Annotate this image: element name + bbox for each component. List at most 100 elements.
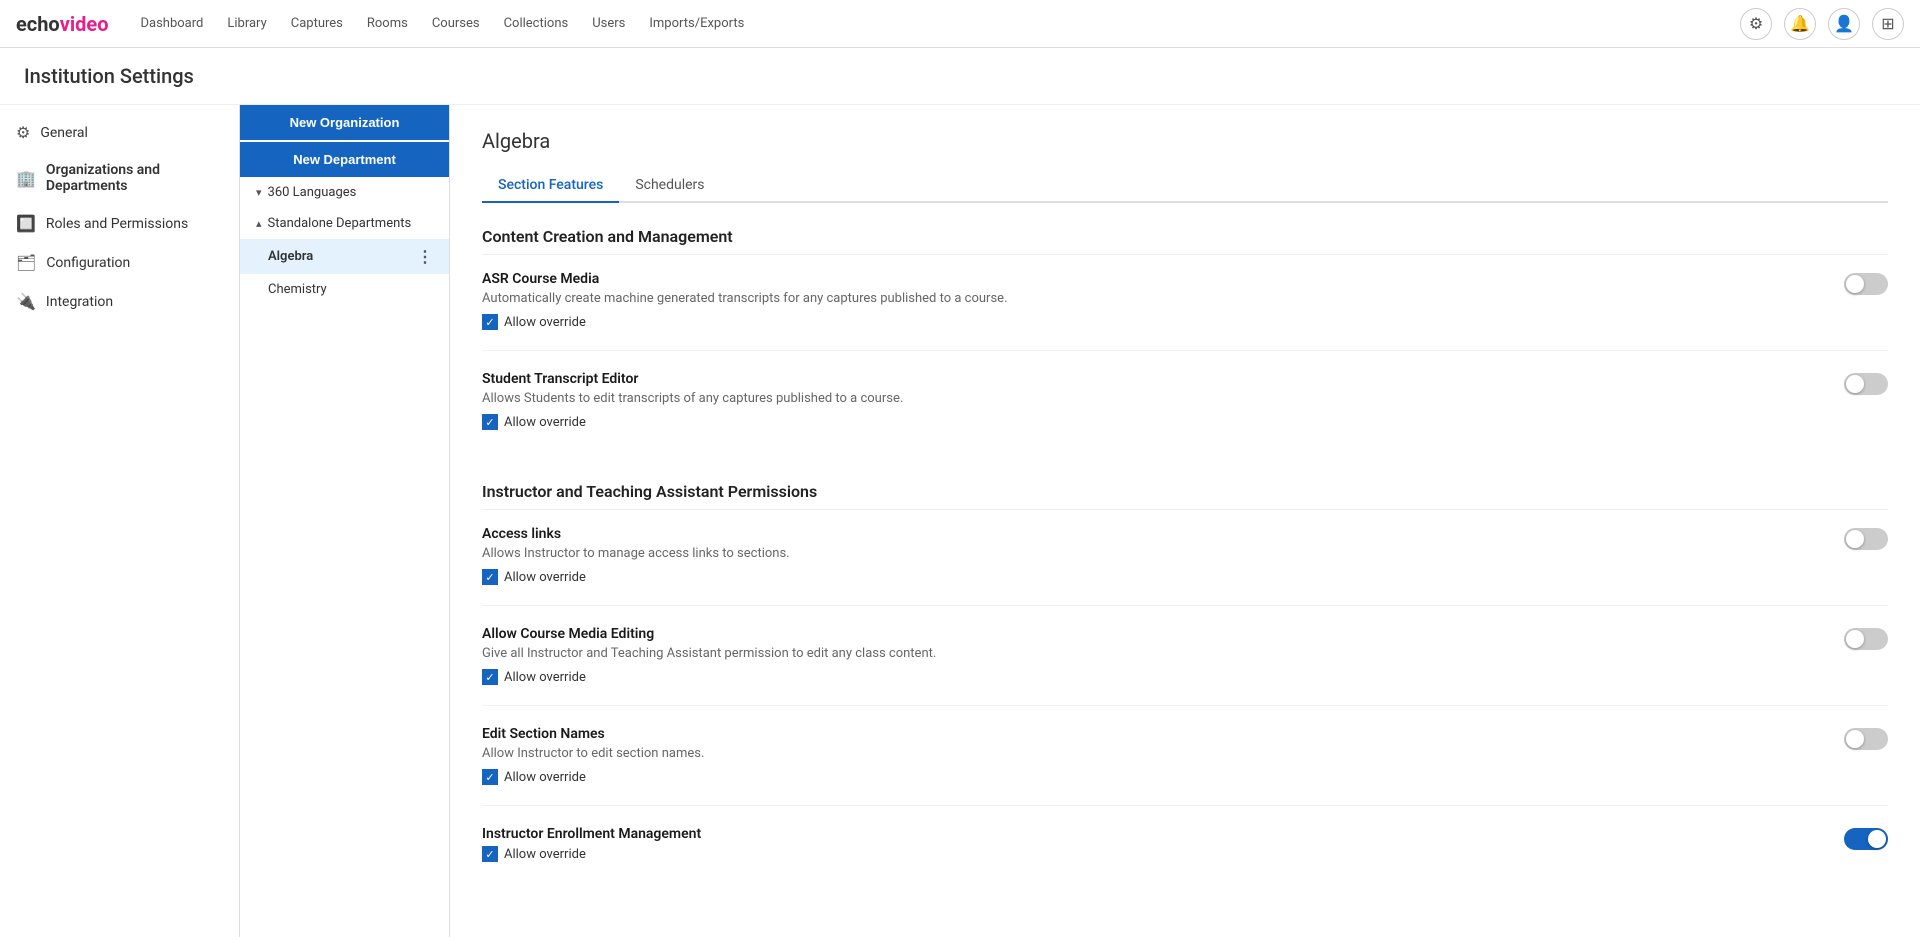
feature-desc-access-links: Allows Instructor to manage access links… xyxy=(482,546,1820,561)
toggle-edit-section-names[interactable] xyxy=(1844,728,1888,750)
tree-label-standalone-departments: Standalone Departments xyxy=(268,216,433,231)
new-department-button[interactable]: New Department xyxy=(240,142,449,177)
override-checkbox-allow-course-media-editing[interactable]: ✓ xyxy=(482,669,498,685)
feature-section-title-content-creation: Content Creation and Management xyxy=(482,227,1888,255)
feature-item-header-student-transcript-editor: Student Transcript Editor Allows Students… xyxy=(482,371,1888,430)
sidebar-item-config[interactable]: 🗂 Configuration xyxy=(0,243,239,282)
feature-item-header-access-links: Access linksAllows Instructor to manage … xyxy=(482,526,1888,585)
toggle-container-allow-course-media-editing xyxy=(1844,628,1888,650)
feature-item-left-student-transcript-editor: Student Transcript Editor Allows Students… xyxy=(482,371,1820,430)
override-checkbox-student-transcript-editor[interactable]: ✓ xyxy=(482,414,498,430)
tree-item-360-languages[interactable]: ▾ 360 Languages xyxy=(240,177,449,208)
feature-item-access-links: Access linksAllows Instructor to manage … xyxy=(482,526,1888,606)
feature-name-instructor-enrollment-management: Instructor Enrollment Management xyxy=(482,826,1820,842)
override-label-instructor-enrollment-management: Allow override xyxy=(504,847,586,862)
new-organization-button[interactable]: New Organization xyxy=(240,105,449,140)
override-checkbox-instructor-enrollment-management[interactable]: ✓ xyxy=(482,846,498,862)
feature-item-edit-section-names: Edit Section NamesAllow Instructor to ed… xyxy=(482,726,1888,806)
sidebar-label-orgs: Organizations and Departments xyxy=(46,162,223,194)
feature-item-left-asr-course-media: ASR Course MediaAutomatically create mac… xyxy=(482,271,1820,330)
integration-icon: 🔌 xyxy=(16,292,36,311)
grid-icon-btn[interactable]: ⊞ xyxy=(1872,8,1904,40)
chevron-standalone-departments-icon: ▴ xyxy=(256,217,262,230)
nav-link-dashboard[interactable]: Dashboard xyxy=(141,16,204,31)
toggle-knob-student-transcript-editor xyxy=(1846,375,1864,393)
nav-link-rooms[interactable]: Rooms xyxy=(367,16,408,31)
toggle-container-edit-section-names xyxy=(1844,728,1888,750)
feature-desc-asr-course-media: Automatically create machine generated t… xyxy=(482,291,1820,306)
toggle-knob-allow-course-media-editing xyxy=(1846,630,1864,648)
tab-schedulers[interactable]: Schedulers xyxy=(619,169,720,203)
allow-override-allow-course-media-editing[interactable]: ✓ Allow override xyxy=(482,669,1820,685)
feature-item-asr-course-media: ASR Course MediaAutomatically create mac… xyxy=(482,271,1888,351)
toggle-knob-instructor-enrollment-management xyxy=(1868,830,1886,848)
allow-override-student-transcript-editor[interactable]: ✓ Allow override xyxy=(482,414,1820,430)
nav-link-users[interactable]: Users xyxy=(592,16,625,31)
feature-item-left-instructor-enrollment-management: Instructor Enrollment Management ✓ Allow… xyxy=(482,826,1820,862)
override-label-allow-course-media-editing: Allow override xyxy=(504,670,586,685)
toggle-student-transcript-editor[interactable] xyxy=(1844,373,1888,395)
dept-item-chemistry[interactable]: Chemistry xyxy=(240,274,449,305)
sidebar-item-orgs[interactable]: 🏢 Organizations and Departments xyxy=(0,152,239,204)
settings-icon-btn[interactable]: ⚙ xyxy=(1740,8,1772,40)
feature-section-instructor-permissions: Instructor and Teaching Assistant Permis… xyxy=(482,482,1888,882)
sidebar-item-roles[interactable]: 🔲 Roles and Permissions xyxy=(0,204,239,243)
logo-video: video xyxy=(60,12,109,36)
nav-link-imports-exports[interactable]: Imports/Exports xyxy=(649,16,744,31)
toggle-asr-course-media[interactable] xyxy=(1844,273,1888,295)
feature-section-title-instructor-permissions: Instructor and Teaching Assistant Permis… xyxy=(482,482,1888,510)
logo[interactable]: echovideo xyxy=(16,12,109,36)
toggle-container-instructor-enrollment-management xyxy=(1844,828,1888,850)
allow-override-asr-course-media[interactable]: ✓ Allow override xyxy=(482,314,1820,330)
sidebar-item-general[interactable]: ⚙ General xyxy=(0,113,239,152)
toggle-access-links[interactable] xyxy=(1844,528,1888,550)
toggle-knob-edit-section-names xyxy=(1846,730,1864,748)
nav-link-collections[interactable]: Collections xyxy=(504,16,569,31)
allow-override-access-links[interactable]: ✓ Allow override xyxy=(482,569,1820,585)
nav-link-library[interactable]: Library xyxy=(227,16,266,31)
feature-section-content-creation: Content Creation and Management ASR Cours… xyxy=(482,227,1888,450)
toggle-knob-access-links xyxy=(1846,530,1864,548)
override-checkbox-access-links[interactable]: ✓ xyxy=(482,569,498,585)
toggle-allow-course-media-editing[interactable] xyxy=(1844,628,1888,650)
override-checkbox-asr-course-media[interactable]: ✓ xyxy=(482,314,498,330)
toggle-knob-asr-course-media xyxy=(1846,275,1864,293)
page-title: Institution Settings xyxy=(0,48,1920,105)
allow-override-edit-section-names[interactable]: ✓ Allow override xyxy=(482,769,1820,785)
toggle-instructor-enrollment-management[interactable] xyxy=(1844,828,1888,850)
feature-name-student-transcript-editor: Student Transcript Editor xyxy=(482,371,1820,387)
dept-item-algebra[interactable]: Algebra ⋮ xyxy=(240,239,449,274)
sidebar-item-integration[interactable]: 🔌 Integration xyxy=(0,282,239,321)
notifications-icon-btn[interactable]: 🔔 xyxy=(1784,8,1816,40)
sidebar-label-integration: Integration xyxy=(46,294,113,310)
tab-section-features[interactable]: Section Features xyxy=(482,169,619,203)
nav-link-captures[interactable]: Captures xyxy=(291,16,343,31)
feature-desc-allow-course-media-editing: Give all Instructor and Teaching Assista… xyxy=(482,646,1820,661)
override-label-edit-section-names: Allow override xyxy=(504,770,586,785)
toggle-container-access-links xyxy=(1844,528,1888,550)
toggle-container-student-transcript-editor xyxy=(1844,373,1888,395)
override-label-student-transcript-editor: Allow override xyxy=(504,415,586,430)
section-title: Algebra xyxy=(482,129,1888,153)
feature-item-student-transcript-editor: Student Transcript Editor Allows Students… xyxy=(482,371,1888,450)
sidebar-label-general: General xyxy=(40,125,88,141)
feature-item-allow-course-media-editing: Allow Course Media EditingGive all Instr… xyxy=(482,626,1888,706)
middle-panel: New Organization New Department ▾ 360 La… xyxy=(240,105,450,937)
override-checkbox-edit-section-names[interactable]: ✓ xyxy=(482,769,498,785)
feature-item-left-allow-course-media-editing: Allow Course Media EditingGive all Instr… xyxy=(482,626,1820,685)
feature-desc-student-transcript-editor: Allows Students to edit transcripts of a… xyxy=(482,391,1820,406)
feature-item-left-access-links: Access linksAllows Instructor to manage … xyxy=(482,526,1820,585)
dept-label-algebra: Algebra xyxy=(268,249,313,264)
user-icon-btn[interactable]: 👤 xyxy=(1828,8,1860,40)
toggle-container-asr-course-media xyxy=(1844,273,1888,295)
config-icon: 🗂 xyxy=(16,253,36,272)
tree-item-standalone-departments[interactable]: ▴ Standalone Departments xyxy=(240,208,449,239)
chevron-360-languages-icon: ▾ xyxy=(256,186,262,199)
dept-menu-dots[interactable]: ⋮ xyxy=(417,247,433,266)
sidebar-label-roles: Roles and Permissions xyxy=(46,216,188,232)
feature-item-header-allow-course-media-editing: Allow Course Media EditingGive all Instr… xyxy=(482,626,1888,685)
allow-override-instructor-enrollment-management[interactable]: ✓ Allow override xyxy=(482,846,1820,862)
top-nav: echovideo Dashboard Library Captures Rooms C… xyxy=(0,0,1920,48)
nav-link-courses[interactable]: Courses xyxy=(432,16,480,31)
tree-label-360-languages: 360 Languages xyxy=(268,185,433,200)
